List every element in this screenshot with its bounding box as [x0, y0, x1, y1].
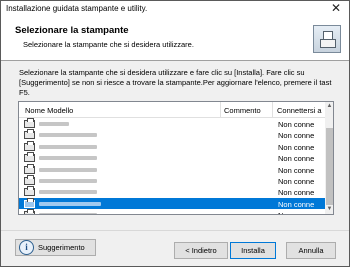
title-bar: Installazione guidata stampante e utilit… — [1, 1, 349, 17]
suggestion-label: Suggerimento — [38, 243, 85, 252]
printer-icon — [24, 174, 35, 185]
instructions-text: Selezionare la stampante che si desidera… — [19, 68, 332, 97]
page-subtitle: Selezionare la stampante che si desidera… — [23, 40, 194, 49]
cancel-button[interactable]: Annulla — [286, 242, 336, 259]
printer-icon — [24, 129, 35, 140]
column-divider[interactable] — [272, 102, 273, 117]
column-header-comment[interactable]: Commento — [224, 106, 261, 115]
scroll-down-icon[interactable]: ▼ — [325, 205, 333, 214]
installer-window: Installazione guidata stampante e utilit… — [0, 0, 350, 267]
wizard-header: Selezionare la stampante Selezionare la … — [1, 17, 349, 61]
connection-status: Non conne — [278, 120, 315, 129]
connection-status: Non conne — [278, 199, 315, 209]
printer-icon — [24, 152, 35, 163]
scroll-thumb[interactable] — [326, 128, 333, 205]
model-name-redacted — [39, 144, 97, 149]
printer-icon — [24, 118, 35, 128]
list-item[interactable]: Non conne — [19, 129, 325, 140]
printer-icon — [24, 163, 35, 174]
column-header-connect[interactable]: Connettersi a — [277, 106, 322, 115]
page-title: Selezionare la stampante — [15, 25, 129, 36]
scroll-up-icon[interactable]: ▲ — [325, 102, 333, 111]
model-name-redacted — [39, 190, 97, 195]
printer-list[interactable]: Nome Modello Commento Connettersi a Non … — [18, 101, 334, 215]
connection-status: Non conne — [278, 131, 315, 141]
model-name-redacted — [39, 178, 97, 183]
printer-icon — [24, 197, 35, 208]
column-divider[interactable] — [220, 102, 221, 117]
window-title: Installazione guidata stampante e utilit… — [6, 4, 148, 13]
list-rows: Non conne Non conne Non conne Non conne Non … — [19, 118, 325, 214]
connection-status: Non conne — [278, 142, 315, 152]
list-item[interactable]: Non conne — [19, 197, 325, 210]
printer-icon — [24, 209, 35, 214]
connection-status: Non conne — [278, 154, 315, 164]
vertical-scrollbar[interactable]: ▲ ▼ — [325, 102, 333, 214]
close-icon[interactable]: ✕ — [326, 1, 346, 16]
printer-icon — [24, 140, 35, 151]
column-header-model[interactable]: Nome Modello — [25, 106, 73, 115]
list-item[interactable]: Non conne — [19, 140, 325, 152]
connection-status: Non conne — [278, 176, 315, 186]
footer-divider — [1, 230, 349, 231]
list-item[interactable]: Non conne — [19, 163, 325, 175]
list-item[interactable]: Non conne — [19, 186, 325, 197]
model-name-redacted — [39, 201, 101, 206]
model-name-redacted — [39, 133, 97, 138]
model-name-redacted — [39, 122, 69, 126]
connection-status: Non conne — [278, 188, 315, 198]
list-header: Nome Modello Commento Connettersi a — [19, 102, 325, 118]
list-item[interactable]: Non conne — [19, 209, 325, 214]
back-button[interactable]: < Indietro — [174, 242, 228, 259]
model-name-redacted — [39, 167, 97, 172]
info-icon: i — [19, 240, 34, 255]
list-item[interactable]: Non conne — [19, 152, 325, 163]
list-item[interactable]: Non conne — [19, 174, 325, 186]
printer-icon — [24, 186, 35, 197]
install-button[interactable]: Installa — [230, 242, 276, 259]
printer-setup-icon — [313, 25, 341, 53]
model-name-redacted — [39, 213, 97, 214]
list-item[interactable]: Non conne — [19, 118, 325, 129]
connection-status: Non conne — [278, 211, 314, 214]
connection-status: Non conne — [278, 165, 315, 175]
model-name-redacted — [39, 156, 97, 161]
suggestion-button[interactable]: i Suggerimento — [15, 239, 96, 256]
